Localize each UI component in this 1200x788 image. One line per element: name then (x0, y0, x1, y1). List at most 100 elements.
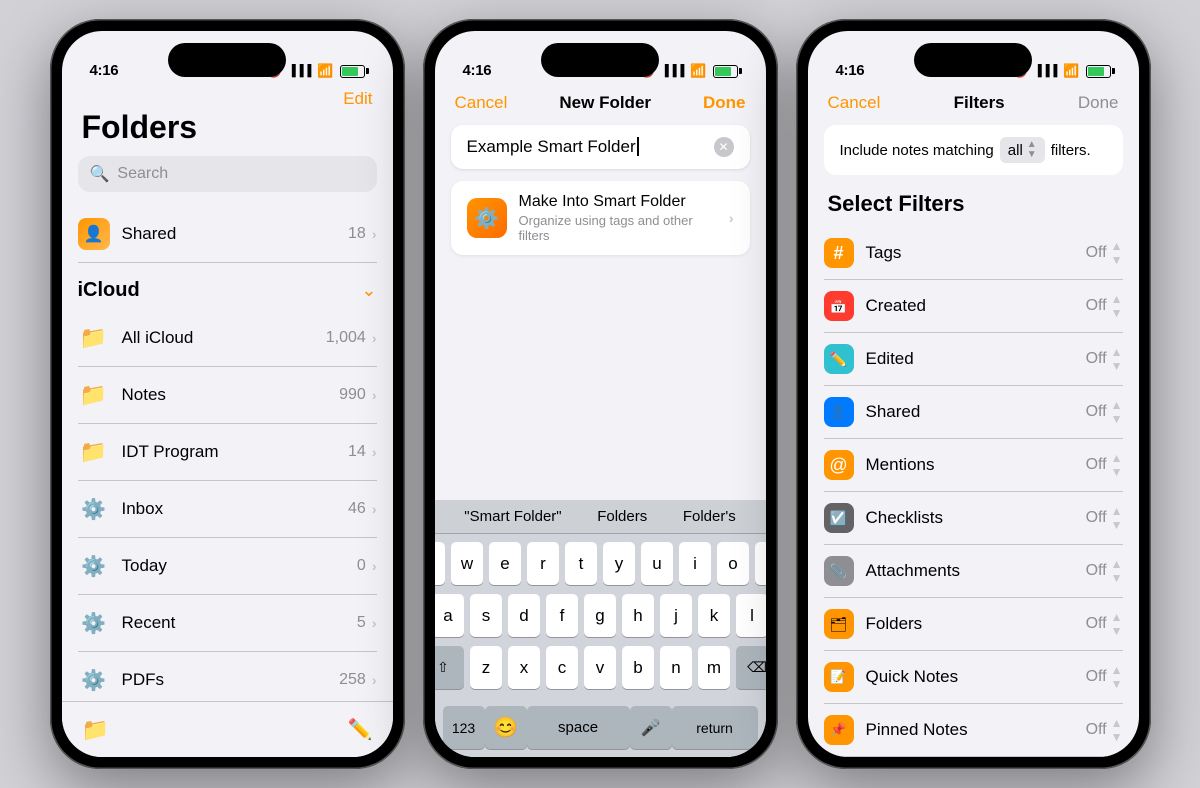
chevron: › (372, 330, 377, 346)
list-item[interactable]: ⚙️ Recent 5 › (78, 595, 377, 652)
key-p[interactable]: p (755, 542, 766, 585)
filter-row-created[interactable]: 📅 Created Off ▲▼ (824, 280, 1123, 333)
filter-stepper-attachments[interactable]: ▲▼ (1111, 557, 1123, 586)
suggestion-2[interactable]: Folders (597, 508, 647, 525)
filter-row-tags[interactable]: # Tags Off ▲▼ (824, 227, 1123, 280)
done-button-2[interactable]: Done (703, 93, 746, 113)
filter-name-folders: Folders (866, 614, 1086, 634)
filter-status-tags: Off (1086, 244, 1107, 262)
filter-row-pinnednotes[interactable]: 📌 Pinned Notes Off ▲▼ (824, 704, 1123, 757)
numbers-key[interactable]: 123 (443, 706, 485, 749)
filter-row-quicknotes[interactable]: 📝 Quick Notes Off ▲▼ (824, 651, 1123, 704)
key-t[interactable]: t (565, 542, 597, 585)
signal-icon-2: ▐▐▐ (661, 65, 684, 77)
filter-row-mentions[interactable]: @ Mentions Off ▲▼ (824, 439, 1123, 492)
filter-stepper-created[interactable]: ▲▼ (1111, 292, 1123, 321)
key-q[interactable]: q (435, 542, 446, 585)
list-item[interactable]: ⚙️ Inbox 46 › (78, 481, 377, 538)
key-a[interactable]: a (435, 594, 465, 637)
filter-stepper-shared[interactable]: ▲▼ (1111, 398, 1123, 427)
filter-icon-mentions: @ (824, 450, 854, 480)
filter-stepper-quicknotes[interactable]: ▲▼ (1111, 663, 1123, 692)
list-item[interactable]: 📁 IDT Program 14 › (78, 424, 377, 481)
filter-icon-created: 📅 (824, 291, 854, 321)
key-w[interactable]: w (451, 542, 483, 585)
filter-stepper-tags[interactable]: ▲▼ (1111, 239, 1123, 268)
key-g[interactable]: g (584, 594, 616, 637)
filter-name-quicknotes: Quick Notes (866, 667, 1086, 687)
new-folder-icon[interactable]: 📁 (82, 717, 109, 743)
search-bar[interactable]: 🔍 Search (78, 156, 377, 192)
filter-row-folders[interactable]: 🗂 Folders Off ▲▼ (824, 598, 1123, 651)
key-h[interactable]: h (622, 594, 654, 637)
suggestion-3[interactable]: Folder's (683, 508, 736, 525)
shared-label: Shared (122, 224, 349, 244)
key-f[interactable]: f (546, 594, 578, 637)
filter-stepper-folders[interactable]: ▲▼ (1111, 610, 1123, 639)
shared-row[interactable]: 👤 Shared 18 › (78, 206, 377, 263)
key-z[interactable]: z (470, 646, 502, 689)
filter-stepper-checklists[interactable]: ▲▼ (1111, 504, 1123, 533)
cancel-button-2[interactable]: Cancel (455, 93, 508, 113)
folder-count-recent: 5 (357, 614, 366, 632)
key-r[interactable]: r (527, 542, 559, 585)
emoji-key[interactable]: 😊 (485, 706, 527, 749)
cancel-button-3[interactable]: Cancel (828, 93, 881, 113)
smart-folder-row[interactable]: ⚙️ Make Into Smart Folder Organize using… (451, 181, 750, 255)
include-suffix: filters. (1051, 142, 1091, 159)
key-d[interactable]: d (508, 594, 540, 637)
compose-icon[interactable]: ✏️ (348, 717, 373, 742)
return-key[interactable]: return (672, 706, 758, 749)
delete-key[interactable]: ⌫ (736, 646, 766, 689)
key-j[interactable]: j (660, 594, 692, 637)
filter-row-attachments[interactable]: 📎 Attachments Off ▲▼ (824, 545, 1123, 598)
filter-stepper-mentions[interactable]: ▲▼ (1111, 451, 1123, 480)
filter-stepper-pinnednotes[interactable]: ▲▼ (1111, 716, 1123, 745)
shift-key[interactable]: ⇧ (435, 646, 465, 689)
list-item[interactable]: ⚙️ PDFs 258 › (78, 652, 377, 701)
filter-row-shared[interactable]: 👤 Shared Off ▲▼ (824, 386, 1123, 439)
list-item[interactable]: 📁 All iCloud 1,004 › (78, 310, 377, 367)
key-l[interactable]: l (736, 594, 766, 637)
dynamic-island-3 (914, 43, 1032, 77)
key-x[interactable]: x (508, 646, 540, 689)
key-s[interactable]: s (470, 594, 502, 637)
suggestion-1[interactable]: "Smart Folder" (464, 508, 561, 525)
key-n[interactable]: n (660, 646, 692, 689)
folder-name-pdfs: PDFs (122, 670, 340, 690)
dynamic-island-1 (168, 43, 286, 77)
chevron: › (372, 501, 377, 517)
key-c[interactable]: c (546, 646, 578, 689)
key-y[interactable]: y (603, 542, 635, 585)
clear-input-button[interactable]: ✕ (714, 137, 734, 157)
key-v[interactable]: v (584, 646, 616, 689)
filter-stepper-edited[interactable]: ▲▼ (1111, 345, 1123, 374)
icloud-chevron[interactable]: ⌄ (361, 280, 376, 301)
key-k[interactable]: k (698, 594, 730, 637)
key-row-3: ⇧ z x c v b n m ⌫ (438, 646, 763, 689)
key-u[interactable]: u (641, 542, 673, 585)
filters-content: Cancel Filters Done Include notes matchi… (808, 85, 1139, 757)
filters-select[interactable]: all ▲▼ (1000, 137, 1045, 163)
signal-icon-3: ▐▐▐ (1034, 65, 1057, 77)
filters-title: Filters (954, 93, 1005, 113)
key-i[interactable]: i (679, 542, 711, 585)
filter-status-mentions: Off (1086, 456, 1107, 474)
mic-key[interactable]: 🎤 (630, 706, 672, 749)
key-e[interactable]: e (489, 542, 521, 585)
key-b[interactable]: b (622, 646, 654, 689)
list-item[interactable]: 📁 Notes 990 › (78, 367, 377, 424)
space-key[interactable]: space (527, 706, 630, 749)
list-item[interactable]: ⚙️ Today 0 › (78, 538, 377, 595)
filter-row-edited[interactable]: ✏️ Edited Off ▲▼ (824, 333, 1123, 386)
chevron: › (372, 672, 377, 688)
select-filters-title: Select Filters (808, 191, 1139, 227)
folder-name-input[interactable]: Example Smart Folder ✕ (451, 125, 750, 169)
key-o[interactable]: o (717, 542, 749, 585)
search-placeholder: Search (117, 165, 168, 183)
filter-row-checklists[interactable]: ☑️ Checklists Off ▲▼ (824, 492, 1123, 545)
key-m[interactable]: m (698, 646, 730, 689)
filter-name-checklists: Checklists (866, 508, 1086, 528)
edit-button[interactable]: Edit (343, 89, 372, 109)
folder-count-notes: 990 (339, 386, 366, 404)
